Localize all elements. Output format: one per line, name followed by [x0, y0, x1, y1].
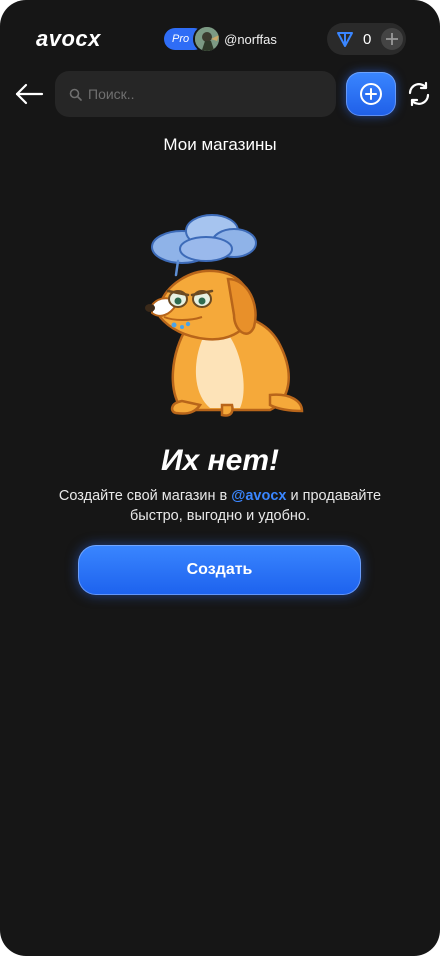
ton-icon: [337, 32, 353, 47]
username: @norffas: [224, 31, 277, 47]
avocx-mention-link[interactable]: @avocx: [231, 488, 286, 504]
back-arrow-icon[interactable]: [14, 81, 44, 107]
empty-state-description: Создайте свой магазин в @avocx и продава…: [40, 486, 400, 526]
add-shop-button[interactable]: [346, 72, 396, 116]
balance-amount: 0: [363, 30, 372, 48]
balance-widget[interactable]: 0: [327, 23, 406, 55]
top-bar: avocx Pro @norffas 0: [0, 22, 440, 56]
sad-dog-illustration: [145, 214, 304, 417]
avatar: [193, 25, 222, 53]
description-text-start: Создайте свой магазин в: [58, 488, 232, 504]
plus-icon: [386, 33, 399, 45]
search-icon: [69, 88, 82, 101]
search-input[interactable]: [88, 86, 328, 102]
create-shop-button[interactable]: Создать: [78, 545, 361, 595]
plus-circle-icon: [360, 83, 382, 105]
user-profile-chip[interactable]: Pro @norffas: [164, 24, 277, 54]
top-up-button[interactable]: [381, 28, 404, 50]
refresh-icon[interactable]: [406, 81, 432, 107]
page-title: Мои магазины: [163, 135, 277, 154]
rain-cloud-icon: [151, 214, 257, 277]
app-screen: avocx Pro @norffas 0 Поиск.. Мои магазин…: [0, 0, 440, 956]
app-logo[interactable]: avocx: [36, 26, 101, 52]
empty-state-title: Их нет!: [160, 444, 280, 477]
search-bar[interactable]: [55, 71, 336, 117]
